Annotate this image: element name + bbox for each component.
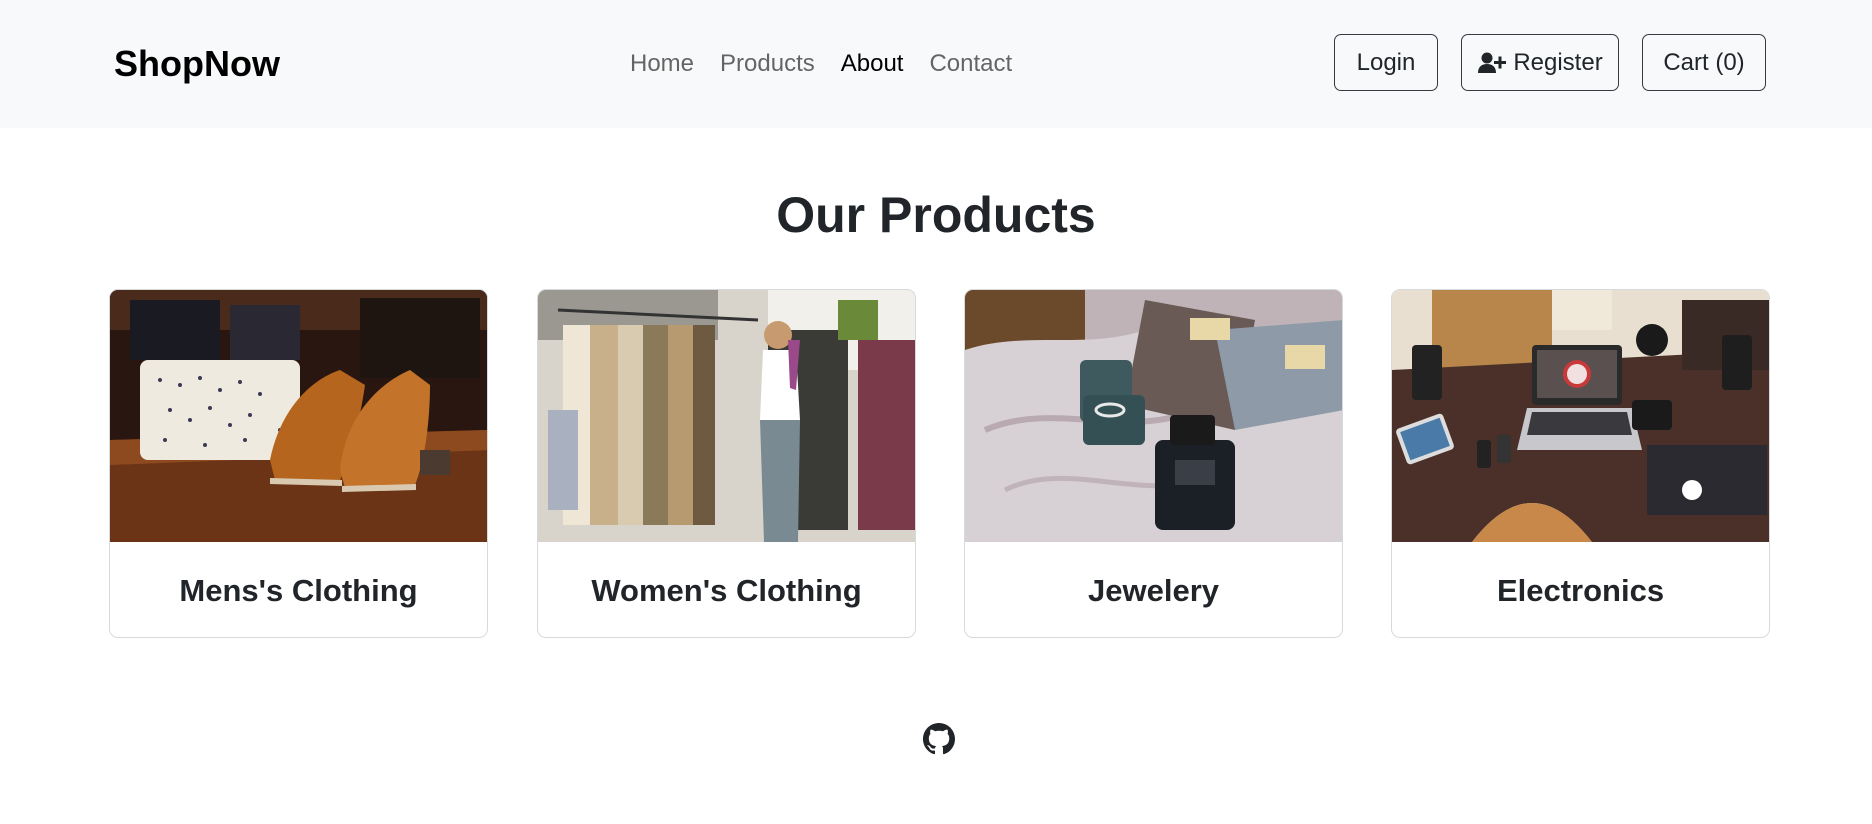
github-icon: [923, 723, 955, 755]
login-button-label: Login: [1356, 48, 1416, 76]
shirt-and-shoes-photo: [110, 290, 487, 542]
nav-link-products[interactable]: Products: [720, 46, 815, 82]
register-button-label: Register: [1513, 48, 1603, 76]
nav-link-contact[interactable]: Contact: [929, 46, 1012, 82]
category-card-title: Mens's Clothing: [179, 573, 418, 608]
nav-link-home[interactable]: Home: [630, 46, 694, 82]
category-card-title: Women's Clothing: [591, 573, 862, 608]
brand-logo[interactable]: ShopNow: [114, 40, 280, 88]
user-plus-icon: [1478, 52, 1507, 73]
clothing-rack-photo: [538, 290, 915, 542]
github-link[interactable]: [923, 723, 955, 755]
category-card-electronics[interactable]: Electronics: [1391, 289, 1770, 638]
category-card-title: Electronics: [1496, 573, 1665, 608]
login-button[interactable]: Login: [1334, 34, 1438, 91]
cart-button-label: Cart (0): [1663, 48, 1745, 76]
category-card-womens-clothing[interactable]: Women's Clothing: [537, 289, 916, 638]
ring-and-perfume-photo: [965, 290, 1342, 542]
cart-button[interactable]: Cart (0): [1642, 34, 1766, 91]
category-card-jewelery[interactable]: Jewelery: [964, 289, 1343, 638]
register-button[interactable]: Register: [1461, 34, 1619, 91]
category-card-title: Jewelery: [1088, 573, 1219, 608]
category-card-mens-clothing[interactable]: Mens's Clothing: [109, 289, 488, 638]
navbar: ShopNow Home Products About Contact Logi…: [0, 0, 1872, 128]
nav-link-about[interactable]: About: [841, 46, 904, 82]
laptop-desk-photo: [1392, 290, 1769, 542]
nav-links: Home Products About Contact: [630, 46, 1012, 82]
page-title: Our Products: [776, 187, 1096, 243]
